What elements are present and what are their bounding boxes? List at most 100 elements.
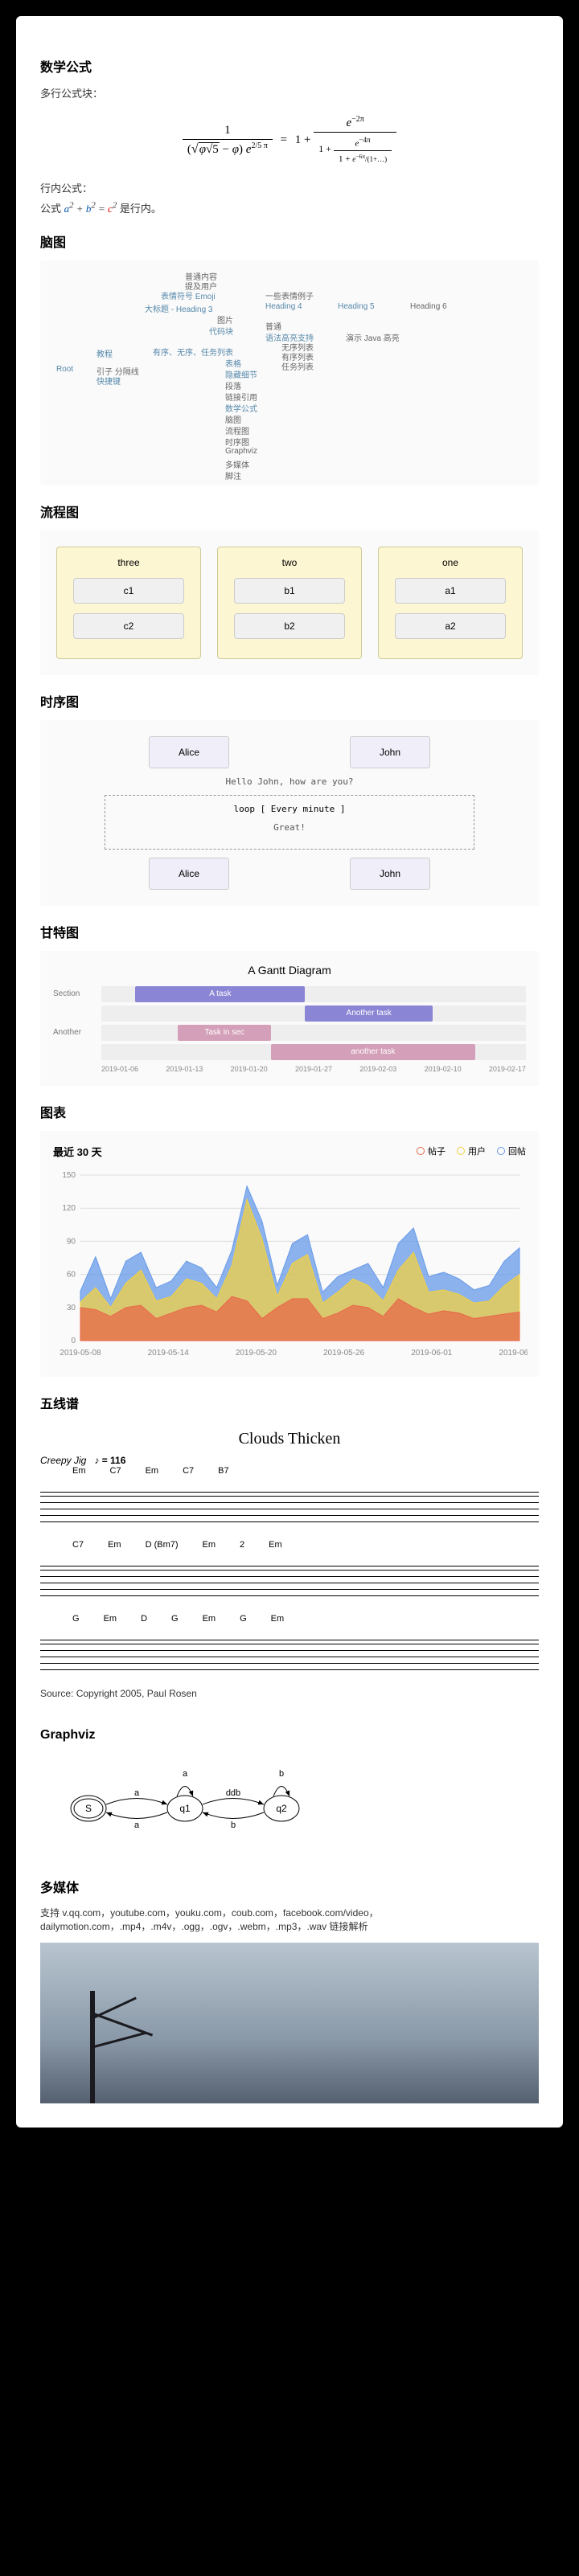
sequence-diagram: Alice John Hello John, how are you? loop…: [40, 720, 539, 906]
gv-node-q1: q1: [179, 1803, 191, 1814]
gantt-tick: 2019-01-20: [231, 1065, 268, 1073]
chord: G: [171, 1614, 179, 1624]
mm-node: 流程图: [225, 424, 249, 436]
section-heading-sequence: 时序图: [40, 691, 539, 711]
mm-node: 有序、无序、任务列表: [153, 346, 233, 358]
legend-dot: [497, 1147, 505, 1155]
math-block-equation: 1 (√φ√5 − φ) e2/5 π = 1 + e−2π 1 + e−4π1…: [40, 113, 539, 167]
seq-actor: Alice: [149, 736, 229, 768]
music-tempo: = 116: [102, 1455, 126, 1466]
chord: D (Bm7): [146, 1540, 179, 1550]
mm-node: 一些表情例子: [265, 289, 314, 301]
mm-node: 演示 Java 高亮: [346, 331, 400, 343]
flow-group-title: two: [228, 557, 351, 568]
graphviz-diagram: S q1 q2 a a ddb b a b: [40, 1752, 539, 1861]
gantt-bar: another task: [271, 1044, 474, 1060]
math-inline-label: 行内公式：: [40, 180, 539, 195]
legend-dot: [417, 1147, 425, 1155]
chart-title: 最近 30 天: [53, 1144, 102, 1159]
gv-node-q2: q2: [276, 1803, 287, 1814]
seq-message: Great!: [113, 822, 466, 833]
chord: G: [72, 1614, 80, 1624]
seq-message: Hello John, how are you?: [56, 776, 523, 787]
mindmap-diagram: Root 教程 引子 分隔线 快捷键 有序、无序、任务列表 表格 隐藏细节 段落…: [40, 260, 539, 485]
section-heading-media: 多媒体: [40, 1877, 539, 1896]
mm-node: 脚注: [225, 469, 241, 481]
gantt-section-label: Another: [53, 1028, 101, 1037]
section-heading-gantt: 甘特图: [40, 922, 539, 941]
chord: Em: [203, 1614, 216, 1624]
music-source: Source: Copyright 2005, Paul Rosen: [40, 1688, 539, 1699]
media-video-frame[interactable]: [40, 1943, 539, 2103]
mm-node: Heading 4: [265, 302, 302, 311]
gantt-tick: 2019-01-27: [295, 1065, 332, 1073]
mm-node: 教程: [96, 347, 113, 359]
flow-group-title: one: [388, 557, 512, 568]
flow-node: b2: [234, 613, 345, 639]
gv-edge-label: a: [134, 1820, 140, 1830]
legend-dot: [457, 1147, 465, 1155]
staff-line: [40, 1640, 539, 1672]
eq-rhs: 1 +: [295, 133, 314, 146]
gantt-section-label: Section: [53, 989, 101, 998]
svg-text:2019-05-26: 2019-05-26: [323, 1349, 365, 1358]
gv-edge-label: ddb: [226, 1788, 240, 1798]
seq-actor: John: [350, 858, 430, 890]
section-heading-chart: 图表: [40, 1102, 539, 1121]
seq-actor: John: [350, 736, 430, 768]
gantt-title: A Gantt Diagram: [53, 964, 526, 977]
flow-node: c1: [73, 578, 184, 604]
flow-node: a2: [395, 613, 506, 639]
flow-node: a1: [395, 578, 506, 604]
chord: Em: [108, 1540, 121, 1550]
mm-node: Heading 5: [338, 302, 375, 311]
svg-text:60: 60: [67, 1270, 76, 1279]
chord: B7: [218, 1466, 228, 1476]
flow-group: three c1 c2: [56, 547, 201, 659]
chord: Em: [271, 1614, 285, 1624]
gantt-bar: A task: [135, 986, 305, 1002]
media-description: 支持 v.qq.com，youtube.com，youku.com，coub.c…: [40, 1906, 539, 1933]
flow-group: two b1 b2: [217, 547, 362, 659]
flow-group-title: three: [67, 557, 191, 568]
mm-node: Heading 6: [410, 302, 447, 311]
mm-node: 任务列表: [281, 360, 314, 372]
mm-node: 表格: [225, 357, 241, 369]
svg-text:150: 150: [62, 1171, 76, 1180]
seq-actor: Alice: [149, 858, 229, 890]
gantt-bar: Task in sec: [178, 1025, 271, 1041]
gantt-bar: Another task: [305, 1005, 432, 1022]
gantt-tick: 2019-01-06: [101, 1065, 138, 1073]
mm-node: 代码块: [209, 325, 233, 337]
area-chart: 03060901201502019-05-082019-05-142019-05…: [53, 1167, 528, 1360]
svg-text:90: 90: [67, 1237, 76, 1246]
mm-node: Graphviz: [225, 447, 257, 456]
chord: C7: [183, 1466, 194, 1476]
chord: C7: [72, 1540, 84, 1550]
legend-label: 帖子: [428, 1145, 446, 1157]
gv-edge-label: b: [231, 1820, 236, 1830]
mm-node: 脑图: [225, 413, 241, 425]
section-heading-mindmap: 脑图: [40, 231, 539, 251]
gantt-tick: 2019-02-03: [359, 1065, 396, 1073]
svg-text:120: 120: [62, 1204, 76, 1213]
graphviz-svg: S q1 q2 a a ddb b a b: [40, 1768, 362, 1841]
gv-edge-label: a: [134, 1788, 140, 1798]
chord: D: [141, 1614, 147, 1624]
mm-node: 表情符号 Emoji: [161, 289, 216, 301]
gantt-tick: 2019-02-17: [489, 1065, 526, 1073]
mm-node: 数学公式: [225, 402, 257, 414]
flow-node: b1: [234, 578, 345, 604]
mm-node: 多媒体: [225, 458, 249, 470]
legend-label: 用户: [468, 1145, 486, 1157]
svg-text:2019-06-01: 2019-06-01: [411, 1349, 453, 1358]
gv-edge-label: b: [279, 1769, 284, 1779]
gantt-tick: 2019-01-13: [166, 1065, 203, 1073]
mm-node: 链接引用: [225, 391, 257, 403]
seq-loop: loop [ Every minute ] Great!: [105, 795, 474, 850]
flowchart-diagram: three c1 c2 two b1 b2 one a1 a2: [40, 530, 539, 675]
eq-lhs-den: (√φ√5 − φ) e2/5 π: [183, 140, 273, 158]
chord: Em: [72, 1466, 86, 1476]
chord: Em: [146, 1466, 159, 1476]
seq-loop-label: loop [ Every minute ]: [113, 804, 466, 814]
